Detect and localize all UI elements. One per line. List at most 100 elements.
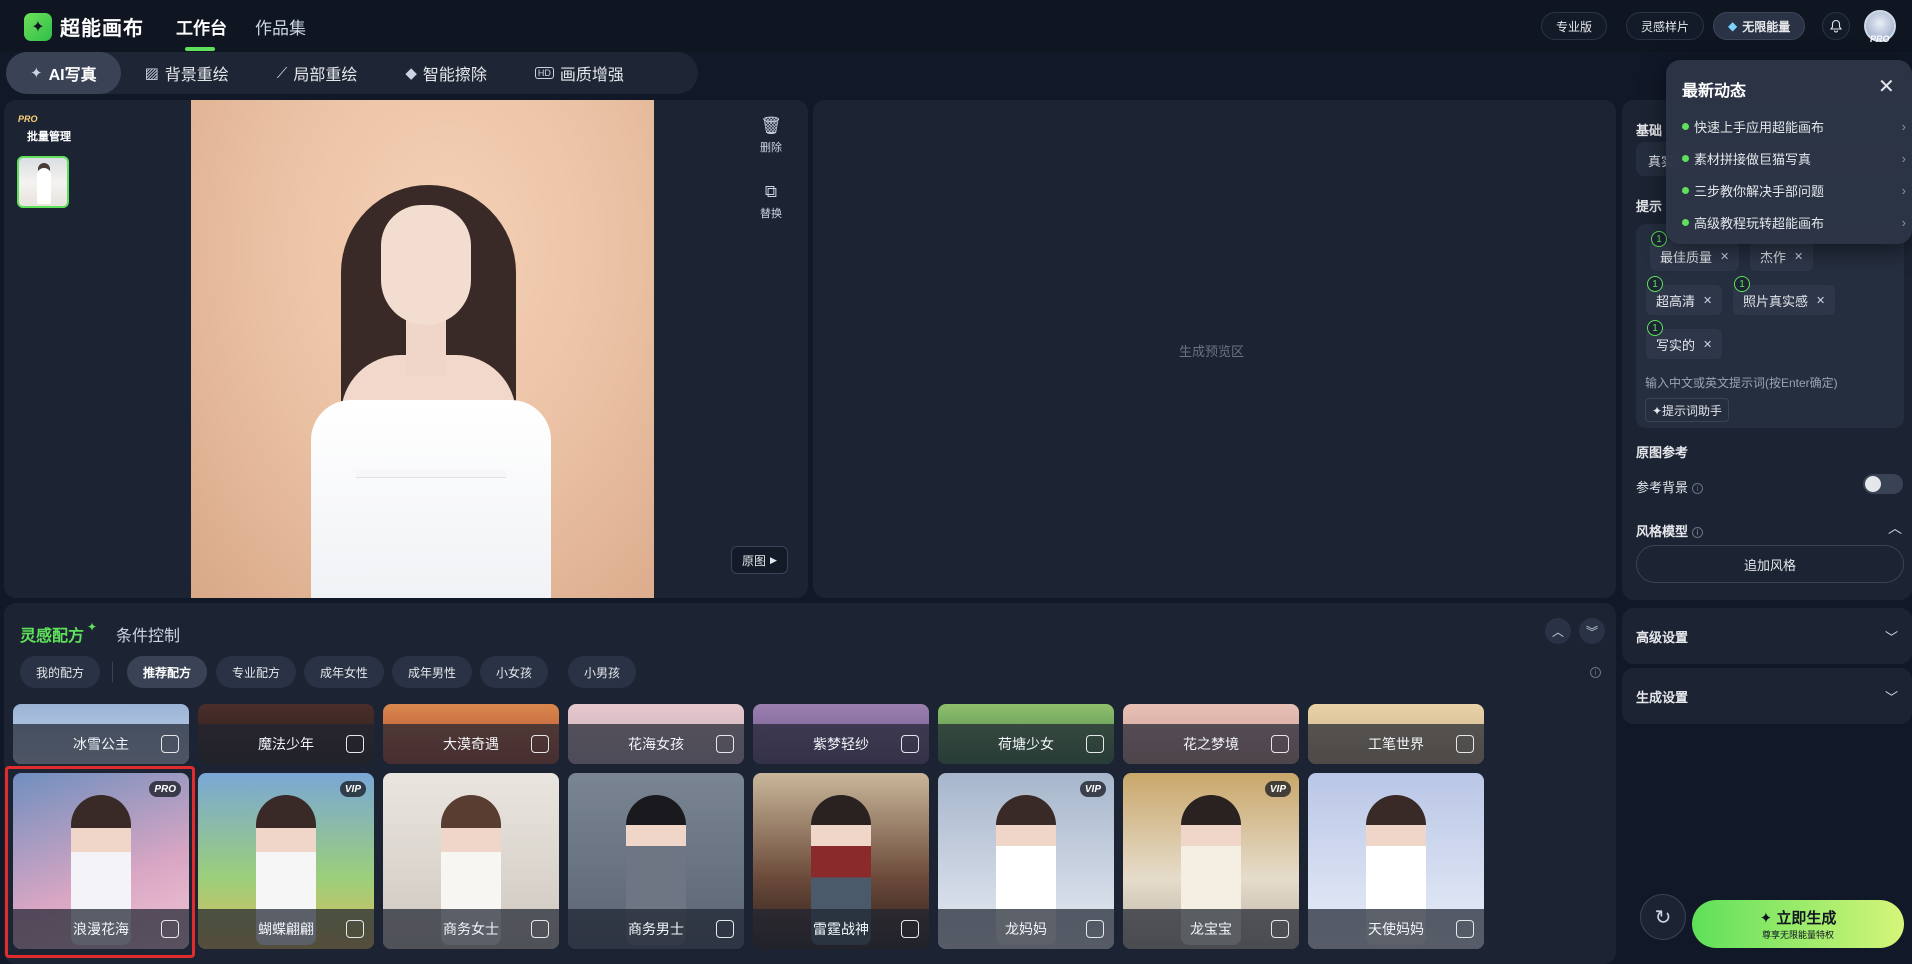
remove-icon[interactable]: ✕ [1720,250,1729,263]
prompt-chip[interactable]: 照片真实感 ✕ [1733,285,1836,315]
collapse-chevron-icon[interactable]: ︿ [1888,518,1902,538]
tab-ai-portrait[interactable]: ✦ AI写真 [6,52,121,94]
preview-icon [531,735,549,753]
generate-sublabel: 尊享无限能量特权 [1761,930,1834,940]
collapse-up-button[interactable]: ︿ [1545,618,1571,644]
caret-right-icon: ▶ [770,554,777,565]
recipe-card[interactable]: 工笔世界 [1308,704,1484,764]
top-bar: ✦ 超能画布 工作台 作品集 专业版 灵感样片 ◆ 无限能量 PRO [0,0,1912,52]
news-item[interactable]: 素材拼接做巨猫写真 › [1682,147,1906,169]
chevron-right-icon: › [1901,150,1906,166]
chevron-right-icon: › [1901,182,1906,198]
chip-text: 最佳质量 [1660,249,1713,265]
recipe-card[interactable]: 大漠奇遇 [383,704,559,764]
tab-label: 背景重绘 [164,67,229,84]
category-girls[interactable]: 小女孩 [480,656,549,688]
recipe-card[interactable]: VIP 龙妈妈 [938,773,1114,949]
remove-icon[interactable]: ✕ [1816,294,1825,307]
unlimited-energy-label: 无限能量 [1742,19,1791,34]
chip-weight: 1 [1651,231,1667,247]
remove-icon[interactable]: ✕ [1703,294,1712,307]
tab-quality-enhance[interactable]: HD 画质增强 [511,52,648,94]
category-boys[interactable]: 小男孩 [568,656,637,688]
preview-icon [161,920,179,938]
refresh-icon: ↻ [1654,906,1672,929]
recipe-card[interactable]: 商务女士 [383,773,559,949]
nav-active-indicator [185,47,215,51]
category-my-recipes[interactable]: 我的配方 [20,656,101,688]
preview-icon [1086,920,1104,938]
generate-button[interactable]: ✦ 立即生成 尊享无限能量特权 [1692,900,1904,948]
notification-button[interactable] [1822,12,1850,40]
preview-icon [1456,735,1474,753]
energy-icon: ◆ [1728,19,1738,33]
close-icon[interactable]: ✕ [1878,74,1895,99]
portrait-icon: ✦ [30,65,43,82]
batch-manage-button[interactable]: 批量管理 [27,128,71,144]
divider [112,662,113,682]
recipe-card[interactable]: 雷霆战神 [753,773,929,949]
source-thumbnail[interactable] [17,156,69,208]
news-item[interactable]: 快速上手应用超能画布 › [1682,115,1906,137]
generation-settings-section[interactable]: 生成设置 ﹀ [1622,668,1912,724]
info-icon[interactable]: i [1590,667,1601,678]
tab-partial-repaint[interactable]: ⟋ 局部重绘 [253,52,382,94]
advanced-settings-section[interactable]: 高级设置 ﹀ [1622,608,1912,664]
recipe-card[interactable]: 冰雪公主 [13,704,189,764]
preview-icon [346,920,364,938]
vip-badge: VIP [1079,781,1106,797]
news-item[interactable]: 高级教程玩转超能画布 › [1682,211,1906,233]
tab-inspiration-recipes[interactable]: 灵感配方 [20,622,84,646]
delete-button[interactable]: 🗑 删除 [760,116,782,155]
recipe-card[interactable]: 天使妈妈 [1308,773,1484,949]
category-adult-women[interactable]: 成年女性 [304,656,385,688]
inspiration-samples-button[interactable]: 灵感样片 [1626,12,1705,40]
expand-down-button[interactable]: ︾ [1579,618,1605,644]
bell-icon [1829,19,1843,33]
preview-icon [716,735,734,753]
prompt-chip[interactable]: 杰作 ✕ [1750,241,1814,271]
recipe-card[interactable]: VIP 蝴蝶翩翩 [198,773,374,949]
tab-label: AI写真 [48,67,97,84]
recipe-card[interactable]: 商务男士 [568,773,744,949]
reference-background-toggle[interactable] [1863,474,1903,494]
refresh-button[interactable]: ↻ [1640,894,1686,940]
chip-weight: 1 [1647,320,1663,336]
category-adult-men[interactable]: 成年男性 [392,656,473,688]
tab-background-repaint[interactable]: ▨ 背景重绘 [121,52,253,94]
prompt-input-placeholder[interactable]: 输入中文或英文提示词(按Enter确定) [1645,374,1838,391]
chevron-down-icon: ﹀ [1884,689,1898,705]
prompt-assistant-button[interactable]: ✦提示词助手 [1645,398,1730,422]
tab-condition-control[interactable]: 条件控制 [116,622,180,646]
preview-icon [716,920,734,938]
original-image-button[interactable]: 原图 ▶ [731,546,788,574]
recipe-card[interactable]: VIP 龙宝宝 [1123,773,1299,949]
news-item[interactable]: 三步教你解决手部问题 › [1682,179,1906,201]
nav-portfolio[interactable]: 作品集 [255,14,306,39]
recipe-card[interactable]: 花之梦境 [1123,704,1299,764]
brand-logo[interactable]: ✦ 超能画布 [24,12,144,41]
recipe-card[interactable]: 花海女孩 [568,704,744,764]
sparkle-icon: ✦ [87,620,98,634]
category-professional[interactable]: 专业配方 [216,656,297,688]
replace-button[interactable]: ⧉ 替换 [760,182,782,221]
category-recommended[interactable]: 推荐配方 [127,656,208,688]
remove-icon[interactable]: ✕ [1703,338,1712,351]
unlimited-energy-button[interactable]: ◆ 无限能量 [1713,12,1806,40]
recipe-card[interactable]: 魔法少年 [198,704,374,764]
nav-workbench[interactable]: 工作台 [176,14,227,39]
recipe-card-selected[interactable]: PRO 浪漫花海 [13,773,189,949]
recipe-card[interactable]: 荷塘少女 [938,704,1114,764]
prompt-title: 提示 [1636,199,1663,214]
trash-icon: 🗑 [760,116,782,135]
pro-badge: PRO [18,114,38,124]
double-chevron-down-icon: ︾ [1585,624,1598,639]
remove-icon[interactable]: ✕ [1794,250,1803,263]
recipe-card[interactable]: 紫梦轻纱 [753,704,929,764]
add-style-button[interactable]: 追加风格 [1636,545,1904,583]
tab-smart-erase[interactable]: ◆ 智能擦除 [381,52,511,94]
chip-text: 超高清 [1656,293,1696,309]
pro-version-button[interactable]: 专业版 [1541,12,1608,40]
basic-title: 基础 [1636,123,1663,138]
info-icon: i [1692,483,1704,495]
